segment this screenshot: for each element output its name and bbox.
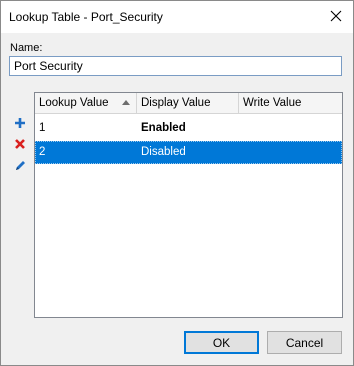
write-value-cell bbox=[239, 141, 342, 164]
column-header-lookup-value[interactable]: Lookup Value bbox=[35, 93, 137, 113]
plus-icon bbox=[15, 118, 25, 128]
column-header-label: Lookup Value bbox=[39, 97, 109, 109]
lookup-value-cell: 1 bbox=[39, 122, 46, 134]
table-row[interactable]: 1 Enabled bbox=[35, 117, 342, 140]
cancel-button[interactable]: Cancel bbox=[267, 331, 342, 354]
lookup-table-dialog: Lookup Table - Port_Security Name: Looku… bbox=[0, 0, 354, 366]
sort-ascending-icon bbox=[122, 100, 130, 105]
write-value-cell bbox=[239, 117, 342, 140]
grid-header: Lookup Value Display Value Write Value bbox=[35, 93, 342, 114]
name-label: Name: bbox=[10, 42, 43, 54]
display-value-cell: Disabled bbox=[141, 146, 186, 158]
table-row-selected[interactable]: 2 Disabled bbox=[35, 141, 342, 164]
ok-button[interactable]: OK bbox=[184, 331, 259, 354]
column-header-write-value[interactable]: Write Value bbox=[239, 93, 342, 113]
column-header-label: Write Value bbox=[243, 97, 302, 109]
edit-button[interactable] bbox=[12, 157, 28, 173]
close-icon bbox=[330, 10, 342, 22]
display-value-cell: Enabled bbox=[141, 122, 186, 134]
name-input[interactable] bbox=[9, 56, 342, 76]
column-header-label: Display Value bbox=[141, 97, 211, 109]
window-title: Lookup Table - Port_Security bbox=[9, 10, 163, 24]
x-icon bbox=[15, 139, 25, 149]
close-button[interactable] bbox=[319, 1, 353, 31]
lookup-grid[interactable]: Lookup Value Display Value Write Value 1… bbox=[34, 92, 343, 318]
add-button[interactable] bbox=[12, 115, 28, 131]
pencil-icon bbox=[15, 160, 25, 170]
lookup-value-cell: 2 bbox=[39, 146, 46, 158]
title-bar: Lookup Table - Port_Security bbox=[1, 1, 353, 33]
column-header-display-value[interactable]: Display Value bbox=[137, 93, 239, 113]
delete-button[interactable] bbox=[12, 136, 28, 152]
